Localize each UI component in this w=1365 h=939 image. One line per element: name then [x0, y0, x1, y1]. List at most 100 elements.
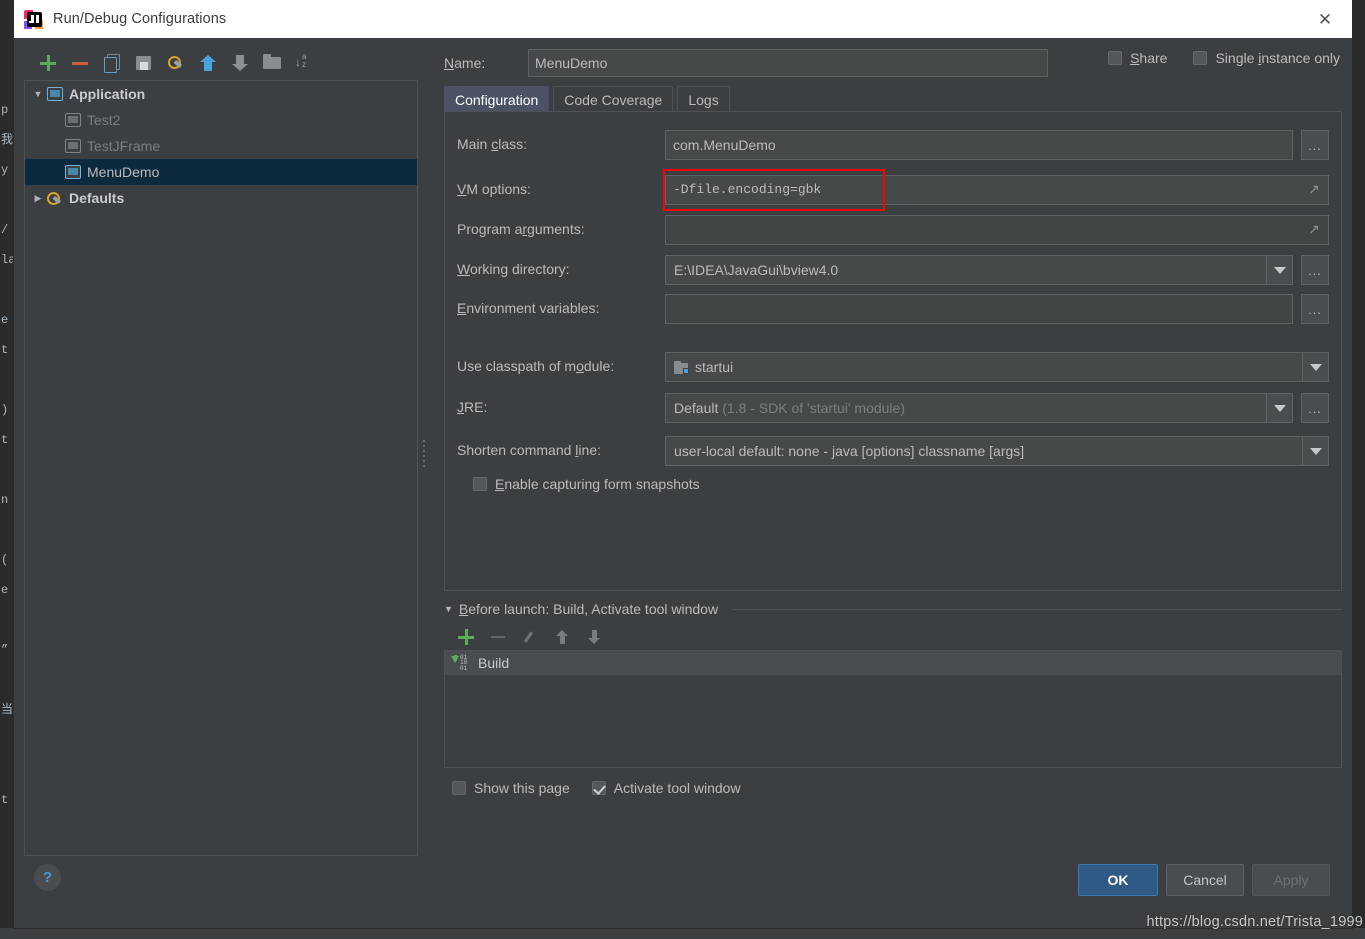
chevron-down-icon[interactable]: [1302, 353, 1328, 381]
arrow-up-icon[interactable]: [199, 54, 217, 72]
checkbox-box[interactable]: [473, 477, 487, 491]
tree-item-menudemo[interactable]: MenuDemo: [25, 159, 417, 185]
before-launch-list[interactable]: 01 10 01 Build: [444, 650, 1342, 768]
vm-options-input[interactable]: -Dfile.encoding=gbk: [665, 175, 1329, 205]
chevron-down-icon[interactable]: [1266, 394, 1292, 422]
tree-item-label: Test2: [87, 112, 121, 128]
use-classpath-of-module-row: Use classpath of module: startui: [457, 352, 1329, 382]
shorten-command-line-combo[interactable]: user-local default: none - java [options…: [665, 436, 1329, 466]
chevron-down-icon[interactable]: ▼: [29, 89, 47, 99]
working-directory-control: E:\IDEA\JavaGui\bview4.0 ...: [665, 255, 1329, 285]
jre-row: JRE: Default (1.8 - SDK of 'startui' mod…: [457, 393, 1329, 423]
form-snapshots-row: Enable capturing form snapshots: [473, 476, 1329, 506]
checkbox-box[interactable]: [591, 781, 606, 795]
configuration-editor-panel: Name: MenuDemo Share Single instance onl…: [430, 38, 1342, 928]
intellij-idea-logo-icon: [24, 9, 43, 29]
main-class-input[interactable]: com.MenuDemo: [665, 130, 1293, 160]
help-question-icon[interactable]: ?: [34, 864, 61, 891]
arrow-down-icon[interactable]: [231, 54, 249, 72]
tree-item-label: Application: [69, 86, 146, 102]
share-checkbox[interactable]: Share: [1108, 50, 1167, 66]
bottom-checkboxes: Show this page Activate tool window: [452, 780, 741, 796]
copy-icon[interactable]: [103, 54, 121, 73]
jre-value-main: Default: [674, 400, 719, 416]
sort-az-icon[interactable]: ↓ a z: [295, 52, 313, 72]
single-instance-only-checkbox[interactable]: Single instance only: [1193, 50, 1340, 66]
main-class-browse-button[interactable]: ...: [1301, 130, 1329, 160]
minus-icon[interactable]: [71, 54, 89, 72]
chevron-right-icon[interactable]: ▶: [29, 193, 47, 204]
list-item[interactable]: 01 10 01 Build: [445, 651, 1341, 675]
shorten-command-line-control: user-local default: none - java [options…: [665, 436, 1329, 466]
plus-icon[interactable]: [458, 629, 474, 645]
arrow-up-icon: [554, 629, 570, 645]
chevron-down-icon[interactable]: [1266, 256, 1292, 284]
configurations-tree[interactable]: ▼ Application Test2 TestJFrame MenuDemo …: [24, 80, 418, 856]
tree-item-testjframe[interactable]: TestJFrame: [25, 133, 417, 159]
jre-value: Default (1.8 - SDK of 'startui' module): [666, 400, 1266, 416]
expand-icon[interactable]: ↗: [1308, 222, 1323, 237]
name-label: Name:: [444, 55, 486, 71]
section-divider: [732, 608, 1342, 610]
working-directory-label: Working directory:: [457, 261, 570, 277]
checkbox-box[interactable]: [1193, 51, 1208, 65]
show-this-page-checkbox[interactable]: Show this page: [452, 780, 570, 796]
shorten-command-line-value: user-local default: none - java [options…: [674, 443, 1025, 459]
tab-configuration[interactable]: Configuration: [444, 86, 550, 112]
save-icon[interactable]: [135, 54, 153, 72]
configuration-tab-panel: Main class: com.MenuDemo ... VM options:…: [444, 111, 1342, 591]
shorten-command-line-row: Shorten command line: user-local default…: [457, 436, 1329, 466]
cancel-button[interactable]: Cancel: [1166, 864, 1244, 896]
environment-variables-browse-button[interactable]: ...: [1301, 294, 1329, 324]
checkbox-box[interactable]: [452, 781, 466, 795]
checkbox-box[interactable]: [1108, 51, 1123, 65]
gear-wrench-icon[interactable]: [167, 54, 185, 72]
module-combo[interactable]: startui: [665, 352, 1329, 382]
share-options-group: Share Single instance only: [1108, 50, 1340, 66]
build-icon: 01 10 01: [451, 655, 471, 671]
tree-item-label: MenuDemo: [87, 164, 160, 180]
before-launch-header: ▼ Before launch: Build, Activate tool wi…: [444, 598, 1342, 620]
editor-tabs: Configuration Code Coverage Logs: [444, 86, 730, 112]
program-arguments-input[interactable]: [665, 215, 1329, 245]
tree-item-defaults[interactable]: ▶ Defaults: [25, 185, 417, 211]
gear-wrench-icon: [47, 191, 63, 205]
enable-form-snapshots-checkbox[interactable]: Enable capturing form snapshots: [473, 476, 1329, 492]
dialog-action-buttons: OK Cancel Apply: [1078, 864, 1330, 896]
ok-button[interactable]: OK: [1078, 864, 1158, 896]
main-class-control: com.MenuDemo ...: [665, 130, 1329, 160]
main-class-row: Main class: com.MenuDemo ...: [457, 130, 1329, 160]
expand-icon[interactable]: ↗: [1308, 182, 1323, 197]
jre-browse-button[interactable]: ...: [1301, 393, 1329, 423]
activate-tool-window-label: Activate tool window: [613, 780, 741, 796]
activate-tool-window-checkbox[interactable]: Activate tool window: [591, 780, 741, 796]
jre-combo[interactable]: Default (1.8 - SDK of 'startui' module): [665, 393, 1293, 423]
jre-value-detail: (1.8 - SDK of 'startui' module): [722, 400, 905, 416]
dialog-titlebar: Run/Debug Configurations ✕: [14, 0, 1352, 38]
plus-icon[interactable]: [39, 54, 57, 72]
tree-item-application[interactable]: ▼ Application: [25, 81, 417, 107]
tree-item-test2[interactable]: Test2: [25, 107, 417, 133]
editor-scrollbar-track[interactable]: [1352, 32, 1365, 939]
enable-form-snapshots-label: Enable capturing form snapshots: [495, 476, 700, 492]
close-icon[interactable]: ✕: [1308, 8, 1342, 30]
tab-logs[interactable]: Logs: [677, 86, 730, 112]
apply-button: Apply: [1252, 864, 1330, 896]
folder-icon[interactable]: [263, 54, 281, 72]
panel-splitter-handle[interactable]: [420, 418, 428, 488]
minus-icon: [490, 629, 506, 645]
working-directory-combo[interactable]: E:\IDEA\JavaGui\bview4.0: [665, 255, 1293, 285]
chevron-down-icon[interactable]: [1302, 437, 1328, 465]
single-instance-only-label: Single instance only: [1215, 50, 1340, 66]
chevron-down-icon[interactable]: ▼: [444, 604, 453, 614]
environment-variables-input[interactable]: [665, 294, 1293, 324]
application-icon: [47, 87, 63, 101]
jre-control: Default (1.8 - SDK of 'startui' module) …: [665, 393, 1329, 423]
program-arguments-control: ↗: [665, 215, 1329, 245]
environment-variables-row: Environment variables: ...: [457, 294, 1329, 324]
tab-code-coverage[interactable]: Code Coverage: [553, 86, 674, 112]
program-arguments-label: Program arguments:: [457, 221, 585, 237]
working-directory-browse-button[interactable]: ...: [1301, 255, 1329, 285]
name-input[interactable]: MenuDemo: [528, 49, 1048, 77]
application-icon: [65, 165, 81, 179]
